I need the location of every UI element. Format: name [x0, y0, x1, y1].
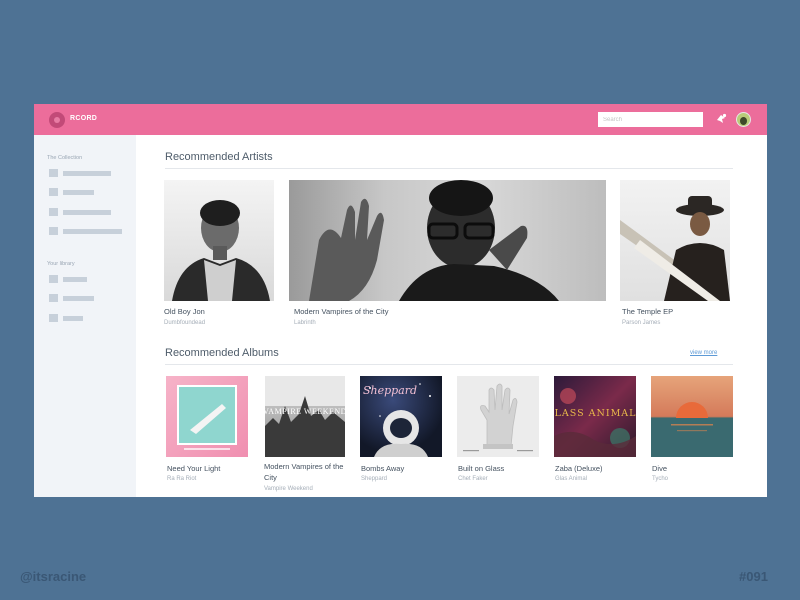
notification-icon[interactable] [715, 113, 727, 125]
sidebar-item-label-placeholder [63, 171, 111, 176]
brand-name[interactable]: RCORD [70, 115, 97, 122]
album-cover-text: GLASS ANIMALS [554, 408, 636, 419]
sidebar-item-icon [49, 227, 58, 235]
search-input[interactable] [598, 112, 703, 127]
sidebar-item-label-placeholder [63, 316, 83, 321]
album-subtitle: Sheppard [361, 476, 388, 482]
sidebar-item-label-placeholder [63, 210, 111, 215]
album-cover-bombs-away[interactable]: Sheppard [360, 376, 442, 457]
sidebar-item-label-placeholder [63, 190, 94, 195]
sidebar-item-label-placeholder [63, 277, 87, 282]
section-title-albums: Recommended Albums [165, 347, 279, 359]
top-bar: RCORD [34, 104, 767, 135]
album-subtitle: Ra Ra Riot [167, 476, 197, 482]
artist-subtitle: Parson James [622, 320, 661, 326]
view-more-link[interactable]: view more [690, 350, 717, 356]
section-title-artists: Recommended Artists [165, 151, 273, 163]
app-window: RCORD The Collection Your library Recomm… [34, 104, 767, 497]
sidebar-item-icon [49, 275, 58, 283]
artist-title[interactable]: Old Boy Jon [164, 307, 205, 316]
artist-title[interactable]: Modern Vampires of the City [294, 307, 388, 316]
artist-subtitle: Labrinth [294, 320, 316, 326]
album-cover-dive[interactable] [651, 376, 733, 457]
record-logo-icon[interactable] [49, 112, 65, 128]
album-subtitle: Glas Animal [555, 476, 588, 482]
sidebar-item-icon [49, 169, 58, 177]
album-title[interactable]: Need Your Light [167, 464, 220, 473]
album-subtitle: Chet Faker [458, 476, 488, 482]
sidebar-item-icon [49, 294, 58, 302]
sidebar-item-label-placeholder [63, 229, 122, 234]
sidebar-item-icon [49, 208, 58, 216]
divider [165, 364, 733, 365]
album-title[interactable]: Zaba (Deluxe) [555, 464, 603, 473]
sidebar-item-icon [49, 314, 58, 322]
artist-image-modern-vampires[interactable] [289, 180, 606, 301]
album-cover-need-your-light[interactable] [166, 376, 248, 457]
sidebar-item-icon [49, 188, 58, 196]
artist-image-old-boy-jon[interactable] [164, 180, 274, 301]
album-cover-built-on-glass[interactable] [457, 376, 539, 457]
album-title[interactable]: Modern Vampires of the City [264, 462, 346, 483]
shot-number: #091 [739, 569, 768, 584]
album-subtitle: Tycho [652, 476, 669, 482]
author-handle: @itsracine [20, 569, 87, 584]
album-title[interactable]: Dive [652, 464, 667, 473]
album-title[interactable]: Bombs Away [361, 464, 404, 473]
artist-subtitle: Dumbfoundead [164, 320, 206, 326]
artist-image-the-temple-ep[interactable] [620, 180, 730, 301]
album-cover-zaba[interactable]: GLASS ANIMALS [554, 376, 636, 457]
album-title[interactable]: Built on Glass [458, 464, 504, 473]
sidebar-heading-collection: The Collection [47, 155, 83, 161]
sidebar: The Collection Your library [34, 135, 136, 497]
artist-title[interactable]: The Temple EP [622, 307, 673, 316]
divider [165, 168, 733, 169]
album-subtitle: Vampire Weekend [264, 486, 313, 492]
album-cover-text: Sheppard [363, 384, 417, 397]
album-cover-modern-vampires[interactable]: VAMPIRE WEEKEND [265, 376, 345, 457]
sidebar-item-label-placeholder [63, 296, 94, 301]
sidebar-heading-library: Your library [47, 261, 75, 267]
user-avatar[interactable] [736, 112, 751, 127]
album-cover-text: VAMPIRE WEEKEND [265, 407, 345, 416]
